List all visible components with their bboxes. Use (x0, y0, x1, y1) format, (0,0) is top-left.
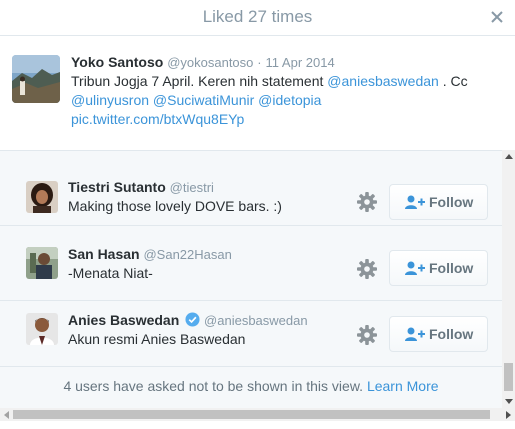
avatar-photo-image (26, 181, 58, 213)
gear-icon[interactable] (356, 258, 378, 280)
user-info: Tiestri Sutanto @tiestri Making those lo… (68, 178, 282, 216)
scroll-left-arrow-icon[interactable] (4, 411, 9, 419)
follow-button[interactable]: Follow (389, 250, 488, 286)
mention-link[interactable]: @ulinyusron (71, 92, 149, 108)
mention-link[interactable]: @aniesbaswedan (327, 73, 439, 89)
follow-button-label: Follow (429, 260, 474, 276)
bottom-strip (0, 421, 515, 429)
verified-badge-icon (185, 312, 200, 327)
scroll-right-arrow-icon[interactable] (506, 411, 511, 419)
liked-tweet: Yoko Santoso @yokosantoso · 11 Apr 2014 … (0, 37, 515, 150)
vertical-scroll-thumb[interactable] (504, 363, 513, 391)
list-item: Tiestri Sutanto @tiestri Making those lo… (0, 160, 502, 226)
avatar-photo-image (26, 247, 58, 279)
gear-icon[interactable] (356, 191, 378, 213)
tweet-date[interactable]: 11 Apr 2014 (266, 55, 335, 70)
modal-header: Liked 27 times (0, 0, 515, 36)
follow-person-plus-icon (405, 327, 425, 341)
follow-person-plus-icon (405, 195, 425, 209)
list-item: San Hasan @San22Hasan -Menata Niat- Foll… (0, 235, 502, 301)
follow-button[interactable]: Follow (389, 184, 488, 220)
tweet-text: Tribun Jogja 7 April. Keren nih statemen… (71, 72, 501, 129)
mention-link[interactable]: @SuciwatiMunir (153, 92, 254, 108)
follow-person-plus-icon (405, 261, 425, 275)
modal-title: Liked 27 times (202, 7, 313, 26)
user-bio: Making those lovely DOVE bars. :) (68, 198, 282, 214)
gear-icon[interactable] (356, 324, 378, 346)
avatar[interactable] (26, 181, 58, 213)
tweet-separator: · (257, 55, 262, 70)
hidden-users-note: 4 users have asked not to be shown in th… (0, 378, 502, 394)
close-button[interactable] (489, 7, 505, 27)
user-info: San Hasan @San22Hasan -Menata Niat- (68, 245, 232, 283)
user-name[interactable]: Anies Baswedan (68, 312, 179, 328)
avatar-landscape-image (12, 55, 60, 103)
scroll-up-arrow-icon[interactable] (505, 154, 513, 159)
horizontal-scroll-thumb[interactable] (13, 410, 490, 419)
avatar[interactable] (26, 313, 58, 345)
tweet-author-handle[interactable]: @yokosantoso (167, 55, 253, 70)
tweet-header: Yoko Santoso @yokosantoso · 11 Apr 2014 (71, 53, 501, 72)
follow-button[interactable]: Follow (389, 316, 488, 352)
avatar[interactable] (26, 247, 58, 279)
liked-by-list: Tiestri Sutanto @tiestri Making those lo… (0, 150, 502, 408)
user-handle[interactable]: @aniesbaswedan (204, 313, 308, 328)
hidden-users-text: 4 users have asked not to be shown in th… (63, 378, 364, 394)
user-handle[interactable]: @tiestri (170, 180, 214, 195)
tweet-text-part1: Tribun Jogja 7 April. Keren nih statemen… (71, 73, 328, 89)
tweet-text-part2: . Cc (438, 73, 468, 89)
horizontal-scrollbar[interactable] (0, 408, 515, 421)
list-item: Anies Baswedan @aniesbaswedan Akun resmi… (0, 301, 502, 367)
vertical-scrollbar[interactable] (502, 150, 515, 408)
tweet-body: Yoko Santoso @yokosantoso · 11 Apr 2014 … (71, 53, 501, 129)
scroll-down-arrow-icon[interactable] (505, 399, 513, 404)
user-info: Anies Baswedan @aniesbaswedan Akun resmi… (68, 311, 308, 349)
user-handle[interactable]: @San22Hasan (143, 247, 231, 262)
avatar-photo-image (26, 313, 58, 345)
user-bio: Akun resmi Anies Baswedan (68, 331, 246, 347)
user-name[interactable]: Tiestri Sutanto (68, 179, 166, 195)
close-icon (491, 11, 503, 23)
tweet-avatar[interactable] (12, 55, 60, 103)
pic-link[interactable]: pic.twitter.com/btxWqu8EYp (71, 111, 244, 127)
follow-button-label: Follow (429, 326, 474, 342)
tweet-author-name[interactable]: Yoko Santoso (71, 54, 163, 70)
user-name[interactable]: San Hasan (68, 246, 140, 262)
user-bio: -Menata Niat- (68, 265, 153, 281)
mention-link[interactable]: @idetopia (258, 92, 321, 108)
learn-more-link[interactable]: Learn More (367, 378, 439, 394)
follow-button-label: Follow (429, 194, 474, 210)
